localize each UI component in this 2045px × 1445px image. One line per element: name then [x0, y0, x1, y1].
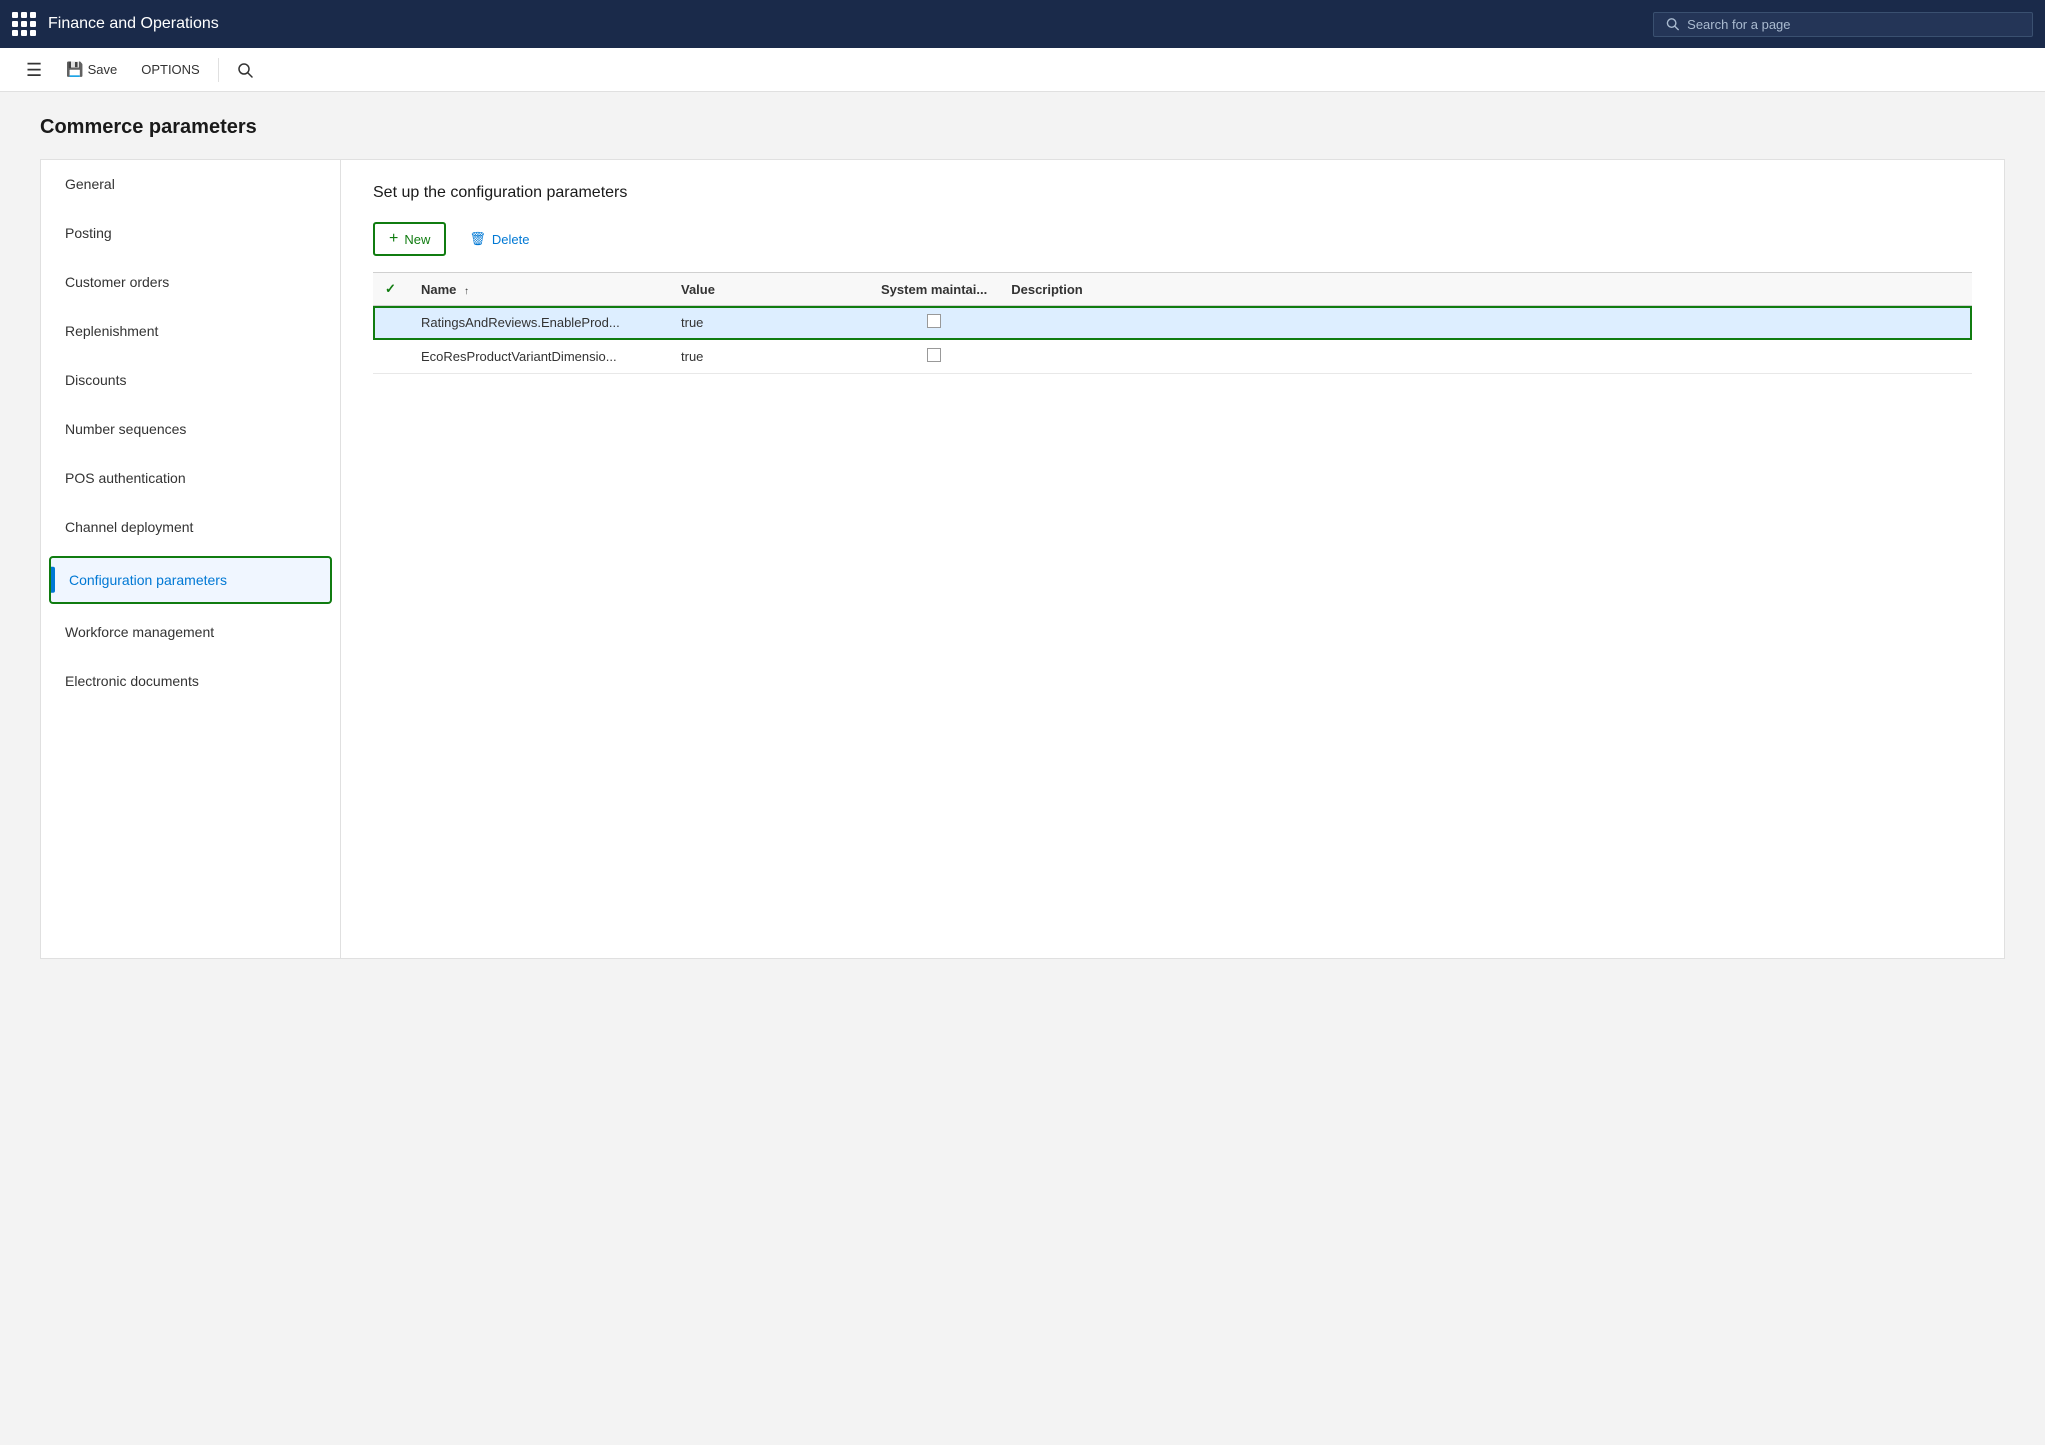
row2-system[interactable] — [869, 340, 999, 374]
panel-subtitle: Set up the configuration parameters — [373, 184, 1972, 202]
sort-asc-icon: ↑ — [464, 286, 469, 297]
hamburger-button[interactable]: ☰ — [16, 55, 52, 85]
row1-system[interactable] — [869, 306, 999, 340]
delete-icon: 🗑 — [469, 231, 486, 247]
row2-system-checkbox[interactable] — [927, 348, 941, 362]
sidebar-item-channel-deployment[interactable]: Channel deployment — [41, 503, 340, 552]
sidebar-item-replenishment[interactable]: Replenishment — [41, 307, 340, 356]
sidebar-item-customer-orders[interactable]: Customer orders — [41, 258, 340, 307]
sidebar-item-discounts[interactable]: Discounts — [41, 356, 340, 405]
main-container: Commerce parameters General Posting Cust… — [0, 92, 2045, 1445]
save-icon: 💾 — [66, 61, 83, 78]
col-header-name[interactable]: Name ↑ — [409, 273, 669, 306]
row1-value: true — [669, 306, 869, 340]
app-title: Finance and Operations — [48, 15, 1641, 33]
row1-description — [999, 306, 1972, 340]
page-title: Commerce parameters — [40, 116, 2005, 139]
col-header-check: ✓ — [373, 273, 409, 306]
sidebar-item-pos-authentication[interactable]: POS authentication — [41, 454, 340, 503]
sidebar-item-general[interactable]: General — [41, 160, 340, 209]
options-button[interactable]: OPTIONS — [131, 56, 210, 83]
top-navbar: Finance and Operations — [0, 0, 2045, 48]
sidebar-item-electronic-documents[interactable]: Electronic documents — [41, 657, 340, 706]
col-header-description[interactable]: Description — [999, 273, 1972, 306]
toolbar-search-icon — [237, 62, 253, 78]
global-search-input[interactable] — [1687, 17, 2020, 32]
save-button[interactable]: 💾 Save — [56, 55, 127, 84]
sidebar-item-number-sequences[interactable]: Number sequences — [41, 405, 340, 454]
action-bar: + New 🗑 Delete — [373, 222, 1972, 256]
col-header-value[interactable]: Value — [669, 273, 869, 306]
row2-value: true — [669, 340, 869, 374]
toolbar-search-button[interactable] — [227, 56, 263, 84]
delete-button[interactable]: 🗑 Delete — [454, 222, 544, 256]
row2-description — [999, 340, 1972, 374]
new-button[interactable]: + New — [373, 222, 446, 256]
plus-icon: + — [389, 230, 398, 248]
sidebar-item-configuration-parameters[interactable]: Configuration parameters — [49, 556, 332, 604]
right-panel: Set up the configuration parameters + Ne… — [341, 160, 2004, 958]
table-row[interactable]: RatingsAndReviews.EnableProd... true — [373, 306, 1972, 340]
toolbar: ☰ 💾 Save OPTIONS — [0, 48, 2045, 92]
config-table: ✓ Name ↑ Value System maintai... — [373, 272, 1972, 374]
row1-system-checkbox[interactable] — [927, 314, 941, 328]
col-header-system[interactable]: System maintai... — [869, 273, 999, 306]
header-checkmark-icon: ✓ — [385, 281, 396, 296]
row2-check-cell — [373, 340, 409, 374]
search-icon — [1666, 17, 1679, 31]
content-area: General Posting Customer orders Replenis… — [40, 159, 2005, 959]
app-grid-icon[interactable] — [12, 12, 36, 36]
toolbar-divider — [218, 58, 219, 82]
sidebar: General Posting Customer orders Replenis… — [41, 160, 341, 958]
sidebar-item-workforce-management[interactable]: Workforce management — [41, 608, 340, 657]
global-search[interactable] — [1653, 12, 2033, 37]
table-row[interactable]: EcoResProductVariantDimensio... true — [373, 340, 1972, 374]
sidebar-item-posting[interactable]: Posting — [41, 209, 340, 258]
row1-check-cell — [373, 306, 409, 340]
row1-name: RatingsAndReviews.EnableProd... — [409, 306, 669, 340]
row2-name: EcoResProductVariantDimensio... — [409, 340, 669, 374]
